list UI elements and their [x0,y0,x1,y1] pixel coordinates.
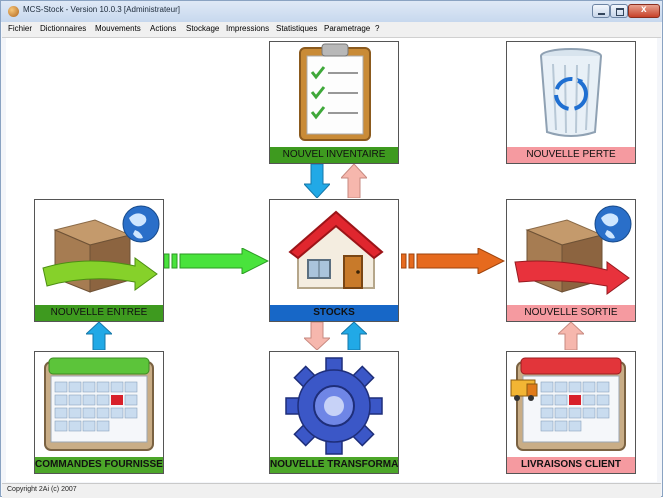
menu-help[interactable]: ? [375,24,379,33]
arrow-up-commandes-icon [86,322,112,350]
arrow-right-sortie-icon [401,248,505,274]
tile-label: COMMANDES FOURNISSEUR [35,457,163,473]
tile-label: NOUVELLE PERTE [507,147,635,163]
menu-fichier[interactable]: Fichier [8,24,32,33]
tile-label: NOUVELLE SORTIE [507,305,635,321]
outgoing-box-icon [514,205,632,295]
tile-nouvelle-transformation[interactable]: NOUVELLE TRANSFORMATION [269,351,399,474]
gear-icon [285,357,383,455]
tile-nouvelle-perte[interactable]: NOUVELLE PERTE [506,41,636,164]
delivery-calendar-icon [510,357,626,451]
menu-bar: Fichier Dictionnaires Mouvements Actions… [2,22,661,38]
tile-livraisons-client[interactable]: LIVRAISONS CLIENT [506,351,636,474]
arrow-up-transformation-icon [341,322,367,350]
menu-impressions[interactable]: Impressions [226,24,269,33]
arrow-down-inventaire-icon [304,164,330,198]
menu-actions[interactable]: Actions [150,24,176,33]
arrow-down-transformation-icon [304,322,330,350]
calendar-icon [44,357,154,451]
menu-mouvements[interactable]: Mouvements [95,24,141,33]
app-window: MCS-Stock - Version 10.0.3 [Administrate… [0,0,663,498]
tile-label: NOUVEL INVENTAIRE [270,147,398,163]
tile-nouvel-inventaire[interactable]: NOUVEL INVENTAIRE [269,41,399,164]
status-bar: Copyright 2Ai (c) 2007 [2,483,661,498]
close-button[interactable] [628,4,660,18]
incoming-box-icon [42,205,160,293]
recycle-bin-icon [540,48,602,137]
menu-dictionnaires[interactable]: Dictionnaires [40,24,86,33]
house-icon [288,210,384,289]
tile-label: LIVRAISONS CLIENT [507,457,635,473]
arrow-right-entree-icon [164,248,269,274]
tile-label: NOUVELLE ENTREE [35,305,163,321]
menu-statistiques[interactable]: Statistiques [276,24,317,33]
tile-commandes-fournisseur[interactable]: COMMANDES FOURNISSEUR [34,351,164,474]
arrow-up-inventaire-icon [341,164,367,198]
window-title: MCS-Stock - Version 10.0.3 [Administrate… [23,5,180,14]
minimize-button[interactable] [592,4,610,18]
app-icon [8,6,19,17]
title-bar[interactable]: MCS-Stock - Version 10.0.3 [Administrate… [1,1,662,22]
tile-stocks[interactable]: STOCKS [269,199,399,322]
clipboard-checklist-icon [299,43,371,141]
menu-parametrage[interactable]: Parametrage [324,24,370,33]
copyright-text: Copyright 2Ai (c) 2007 [7,486,77,493]
maximize-button[interactable] [610,4,628,18]
menu-stockage[interactable]: Stockage [186,24,219,33]
tile-nouvelle-entree[interactable]: NOUVELLE ENTREE [34,199,164,322]
arrow-up-livraisons-icon [558,322,584,350]
tile-label: STOCKS [270,305,398,321]
tile-nouvelle-sortie[interactable]: NOUVELLE SORTIE [506,199,636,322]
tile-label: NOUVELLE TRANSFORMATION [270,457,398,473]
